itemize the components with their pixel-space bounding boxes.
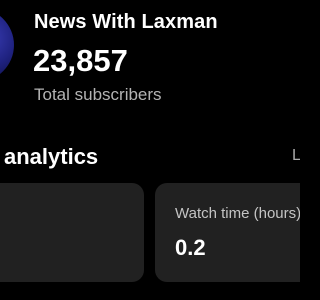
subscriber-count: 23,857 bbox=[33, 43, 128, 78]
watch-time-label: Watch time (hours) bbox=[175, 205, 300, 222]
analytics-link[interactable]: L bbox=[292, 147, 300, 165]
analytics-card[interactable] bbox=[0, 183, 144, 282]
channel-name: News With Laxman bbox=[34, 11, 218, 33]
watch-time-card[interactable]: Watch time (hours) 0.2 bbox=[155, 183, 300, 282]
channel-analytics-screen: News With Laxman 23,857 Total subscriber… bbox=[0, 0, 300, 300]
watch-time-value: 0.2 bbox=[175, 235, 206, 260]
subscriber-count-label: Total subscribers bbox=[34, 85, 162, 104]
analytics-section-title: analytics bbox=[4, 144, 99, 169]
channel-avatar[interactable] bbox=[0, 8, 14, 82]
